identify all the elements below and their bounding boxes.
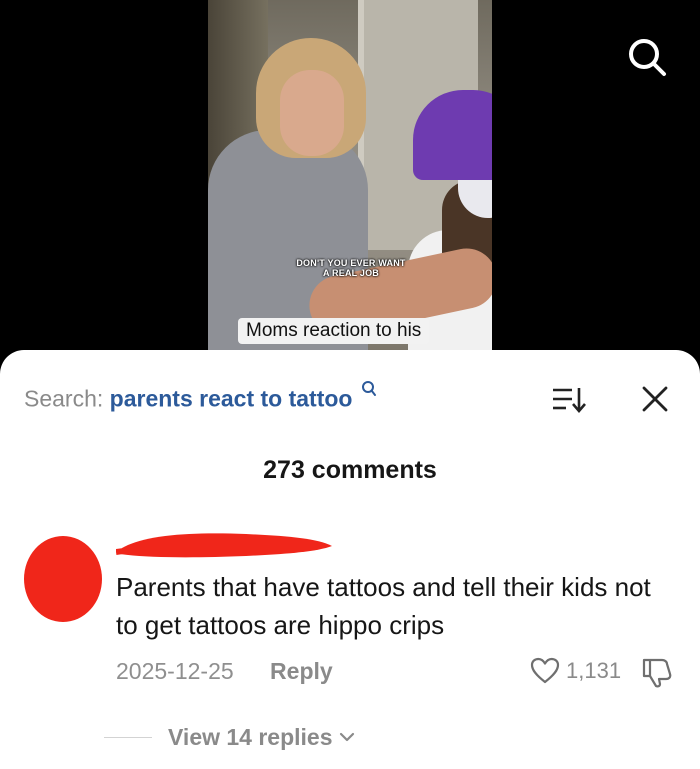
dislike-icon[interactable] <box>640 654 676 688</box>
comment-text: Parents that have tattoos and tell their… <box>116 572 651 640</box>
comment-date: 2025-12-25 <box>116 658 234 684</box>
video-overlay-caption: DON'T YOU EVER WANT A REAL JOB <box>296 258 406 278</box>
search-term-icon <box>361 381 376 396</box>
view-replies-label: View 14 replies <box>168 723 333 750</box>
search-icon[interactable] <box>624 34 670 80</box>
comments-sheet: Search: parents react to tattoo 273 comm… <box>0 350 700 769</box>
reply-button[interactable]: Reply <box>270 658 333 684</box>
view-replies[interactable]: View 14 replies <box>104 722 355 752</box>
like-button[interactable]: 1,131 <box>530 654 621 688</box>
search-suggestion[interactable]: Search: parents react to tattoo <box>24 380 377 417</box>
like-count: 1,131 <box>566 658 622 683</box>
chevron-down-icon <box>339 732 354 742</box>
avatar[interactable] <box>24 536 102 622</box>
video-caption: Moms reaction to his <box>238 318 430 344</box>
search-term[interactable]: parents react to tattoo <box>110 386 353 412</box>
heart-icon <box>530 657 560 684</box>
sort-icon[interactable] <box>552 386 586 414</box>
screen: DON'T YOU EVER WANT A REAL JOB Moms reac… <box>0 0 700 769</box>
video-player[interactable]: DON'T YOU EVER WANT A REAL JOB Moms reac… <box>208 0 492 352</box>
comments-count: 273 comments <box>263 456 437 484</box>
comment-meta: 2025-12-25 Reply <box>116 656 333 686</box>
username-redaction <box>116 533 332 558</box>
close-icon[interactable] <box>640 384 670 414</box>
search-prefix: Search: <box>24 385 104 412</box>
